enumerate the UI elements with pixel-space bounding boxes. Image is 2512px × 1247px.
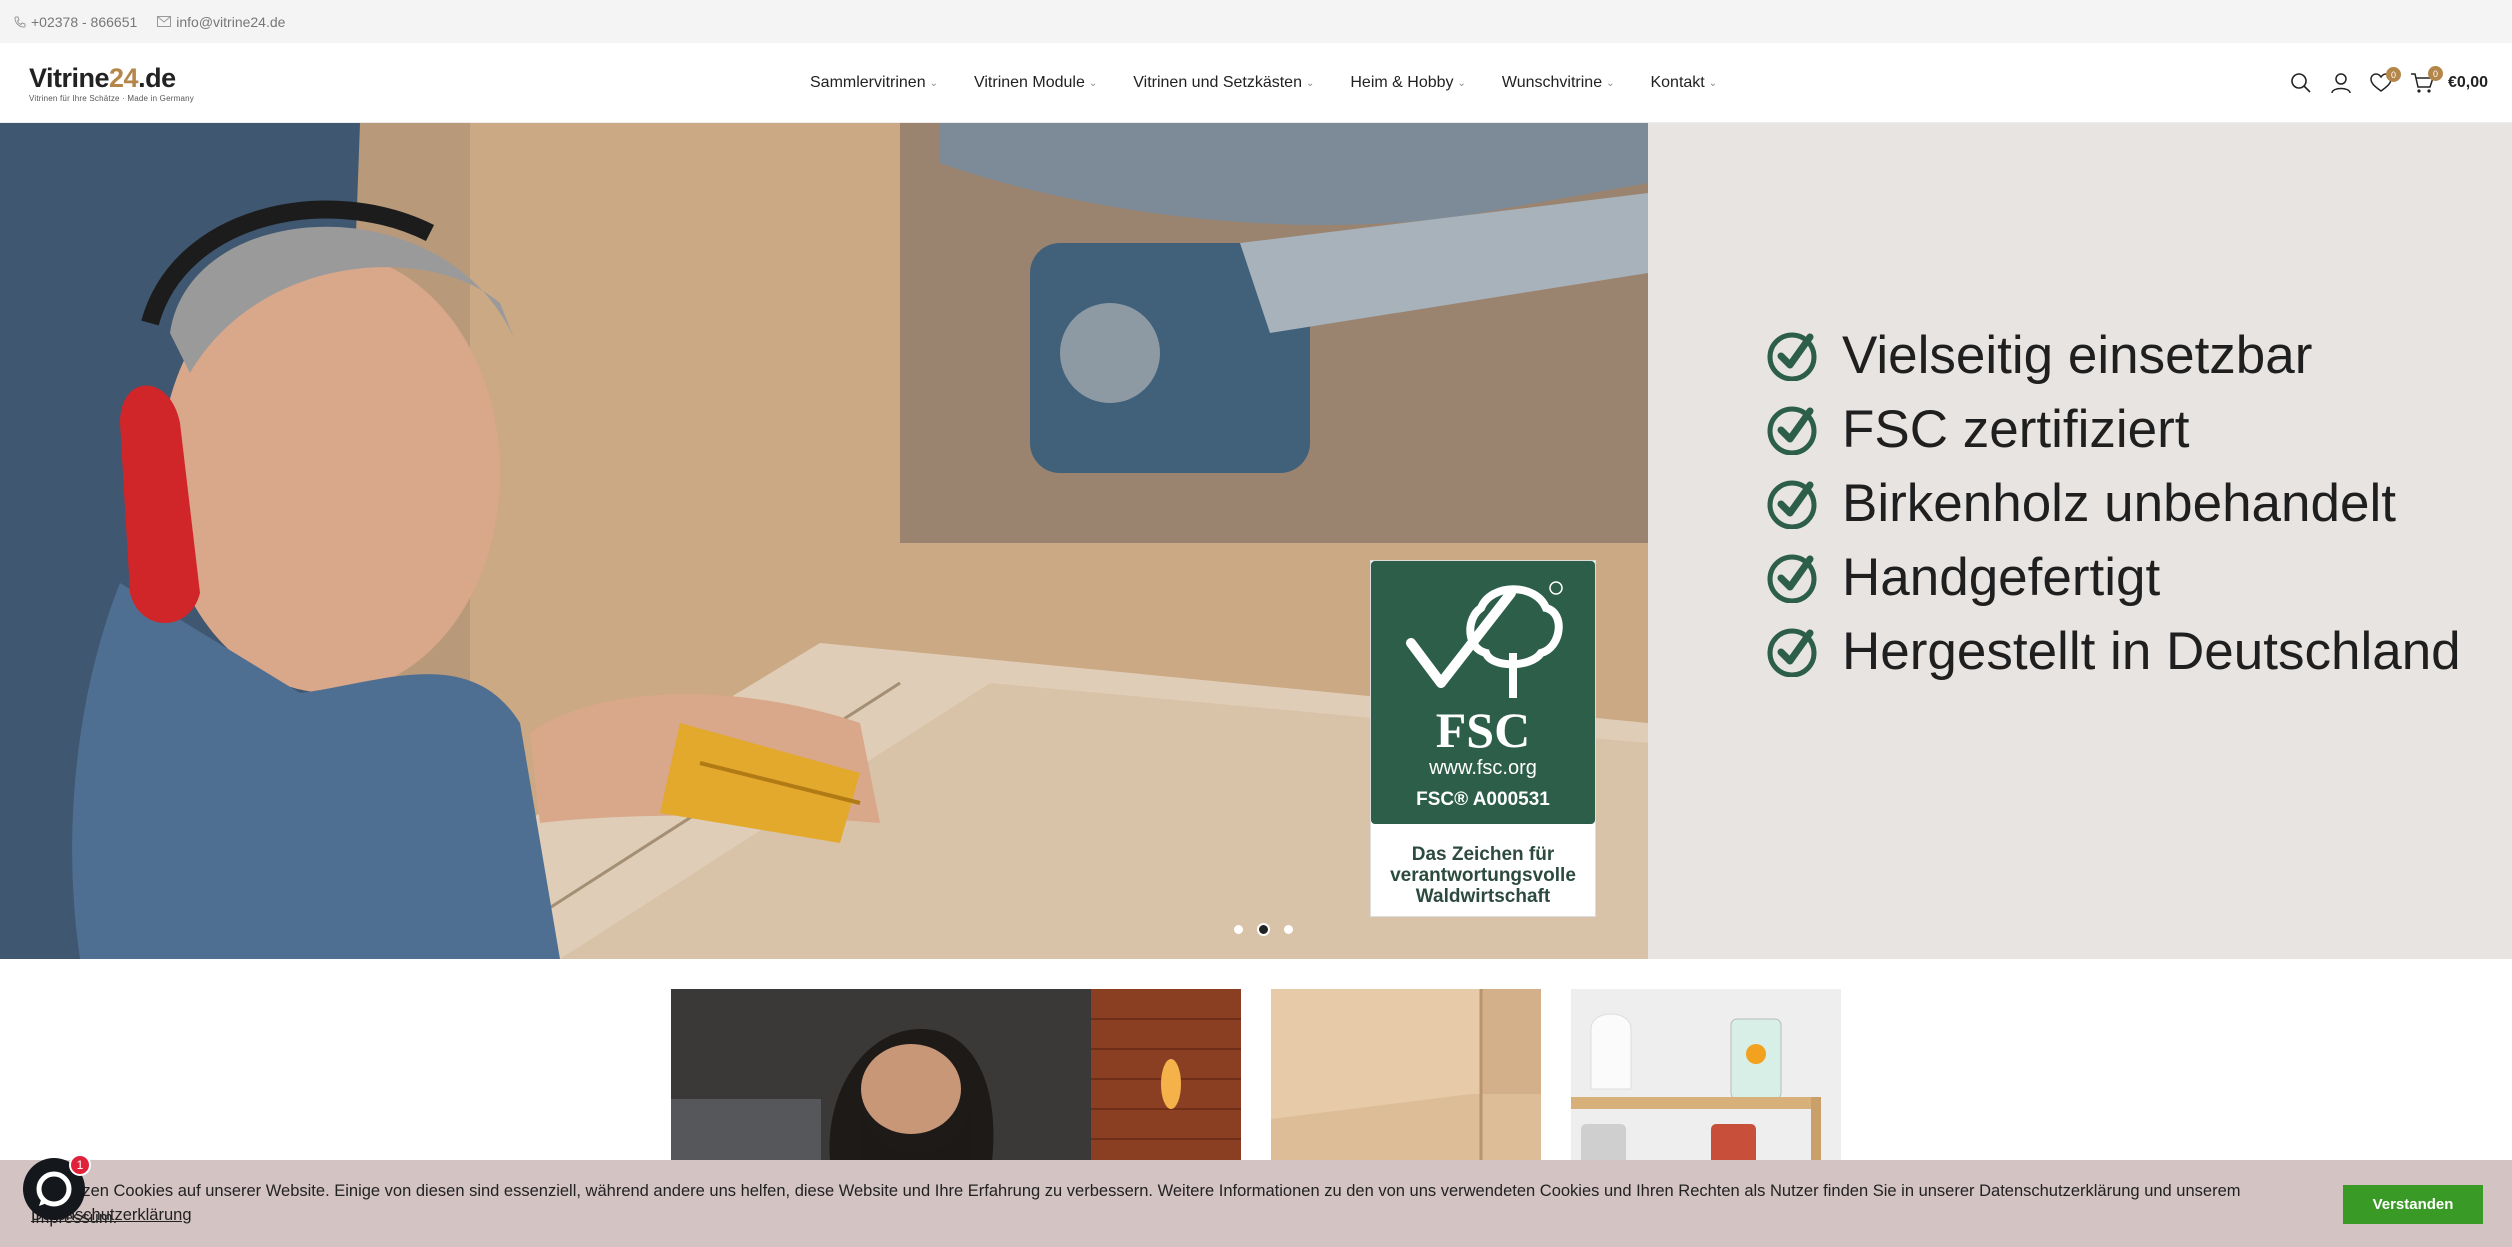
benefit-item: Vielseitig einsetzbar	[1766, 318, 2461, 392]
fsc-badge-green-area: FSC www.fsc.org FSC® A000531	[1371, 561, 1595, 824]
nav-item-wunschvitrine[interactable]: Wunschvitrine ⌄	[1502, 74, 1615, 92]
user-icon	[2331, 73, 2351, 94]
nav-item-kontakt[interactable]: Kontakt ⌄	[1650, 74, 1717, 92]
nav-item-vitrinen-setzkaesten[interactable]: Vitrinen und Setzkästen ⌄	[1133, 74, 1314, 92]
fsc-certificate-badge: FSC www.fsc.org FSC® A000531 Das Zeichen…	[1370, 560, 1596, 917]
cookie-banner: Wir setzen Cookies auf unserer Website. …	[0, 1160, 2512, 1247]
logo-tagline: Vitrinen für Ihre Schätze · Made in Germ…	[29, 94, 194, 103]
benefit-item: FSC zertifiziert	[1766, 392, 2461, 466]
benefit-label: Birkenholz unbehandelt	[1842, 473, 2396, 533]
cart-button[interactable]: 0	[2410, 66, 2443, 94]
slider-pagination	[1227, 923, 1300, 936]
cart-total[interactable]: €0,00	[2448, 74, 2488, 92]
site-header: Vitrine24.de Vitrinen für Ihre Schätze ·…	[0, 43, 2512, 123]
slider-dot-2[interactable]	[1257, 923, 1270, 936]
slider-dot-1[interactable]	[1234, 925, 1243, 934]
category-tile-kitchen[interactable]	[1571, 989, 1841, 1169]
benefit-item: Hergestellt in Deutschland	[1766, 614, 2461, 688]
cookie-text: Wir setzen Cookies auf unserer Website. …	[31, 1182, 2241, 1227]
check-circle-icon	[1767, 332, 1817, 381]
nav-item-heim-hobby[interactable]: Heim & Hobby ⌄	[1350, 74, 1466, 92]
fsc-url: www.fsc.org	[1429, 757, 1537, 779]
nav-item-vitrinen-module[interactable]: Vitrinen Module ⌄	[974, 74, 1097, 92]
search-icon	[2291, 73, 2311, 93]
nav-label: Heim & Hobby	[1350, 74, 1454, 91]
cart-count-badge: 0	[2427, 66, 2443, 81]
mail-icon	[157, 16, 172, 27]
nav-item-sammlervitrinen[interactable]: Sammlervitrinen ⌄	[810, 74, 938, 92]
chevron-down-icon: ⌄	[1606, 77, 1615, 89]
nav-label: Vitrinen Module	[973, 74, 1085, 91]
chevron-down-icon: ⌄	[1708, 77, 1718, 89]
category-tile-wood[interactable]	[1271, 989, 1541, 1169]
category-tile-craftsman[interactable]	[671, 989, 1241, 1169]
benefit-item: Handgefertigt	[1766, 540, 2461, 614]
search-button[interactable]	[2290, 72, 2312, 94]
nav-label: Wunschvitrine	[1501, 74, 1603, 91]
benefits-checklist: Vielseitig einsetzbar FSC zertifiziert B…	[1766, 318, 2461, 688]
main-navigation: Sammlervitrinen ⌄ Vitrinen Module ⌄ Vitrin…	[810, 43, 1753, 123]
chevron-down-icon: ⌄	[1088, 77, 1098, 89]
accept-cookies-button[interactable]: Verstanden	[2343, 1185, 2483, 1224]
hero-slider[interactable]: FSC www.fsc.org FSC® A000531 Das Zeichen…	[0, 123, 2512, 959]
phone-contact[interactable]: +02378 - 866651	[14, 14, 137, 30]
hero-benefits-panel: Vielseitig einsetzbar FSC zertifiziert B…	[1648, 123, 2512, 959]
slider-dot-3[interactable]	[1284, 925, 1293, 934]
chat-bubble-icon	[36, 1171, 72, 1207]
benefit-label: Hergestellt in Deutschland	[1842, 621, 2461, 681]
check-circle-icon	[1767, 628, 1817, 677]
logo-accent: 24	[109, 63, 139, 93]
check-circle-icon	[1767, 554, 1817, 603]
logo-suffix: .de	[138, 63, 176, 93]
email-address: info@vitrine24.de	[176, 13, 286, 30]
benefit-item: Birkenholz unbehandelt	[1766, 466, 2461, 540]
tile-image-craftsman	[671, 989, 1241, 1169]
email-contact[interactable]: info@vitrine24.de	[157, 14, 285, 30]
benefit-label: Vielseitig einsetzbar	[1842, 325, 2313, 385]
top-bar: +02378 - 866651 info@vitrine24.de	[0, 0, 2512, 43]
check-circle-icon	[1767, 406, 1817, 455]
header-icons: 0 0 €0,00	[2272, 43, 2488, 123]
fsc-caption: Das Zeichen für verantwortungsvolle Wald…	[1390, 844, 1576, 907]
phone-icon	[14, 16, 26, 28]
tile-image-wood-shelf	[1271, 989, 1541, 1169]
benefit-label: Handgefertigt	[1842, 547, 2161, 607]
site-logo[interactable]: Vitrine24.de Vitrinen für Ihre Schätze ·…	[29, 63, 194, 104]
wishlist-button[interactable]: 0	[2370, 67, 2401, 93]
fsc-tree-check-icon	[1406, 581, 1563, 698]
benefit-label: FSC zertifiziert	[1842, 399, 2190, 459]
account-button[interactable]	[2330, 72, 2352, 94]
fsc-word: FSC	[1435, 702, 1531, 758]
wishlist-count-badge: 0	[2385, 67, 2401, 82]
logo-brand: Vitrine	[29, 63, 110, 93]
chevron-down-icon: ⌄	[1305, 77, 1315, 89]
nav-label: Sammlervitrinen	[810, 74, 926, 91]
chevron-down-icon: ⌄	[929, 77, 938, 89]
nav-label: Kontakt	[1650, 74, 1705, 91]
chat-unread-badge: 1	[69, 1154, 91, 1176]
nav-label: Vitrinen und Setzkästen	[1133, 74, 1302, 91]
check-circle-icon	[1767, 480, 1817, 529]
fsc-license-code: FSC® A000531	[1416, 789, 1550, 810]
phone-number: +02378 - 866651	[31, 13, 138, 30]
tile-image-spice-shelf	[1571, 989, 1841, 1169]
chat-widget-button[interactable]: 1	[23, 1154, 91, 1220]
chevron-down-icon: ⌄	[1457, 77, 1466, 89]
